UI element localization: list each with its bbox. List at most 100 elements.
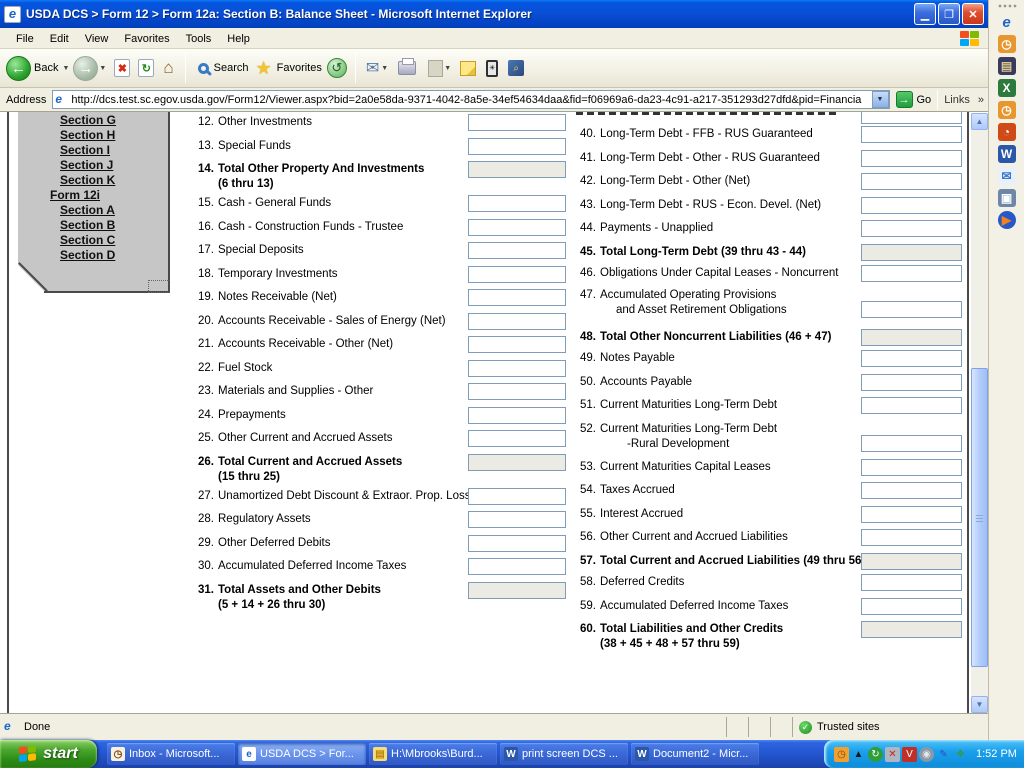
sidebar-link-section-k[interactable]: Section K [60, 173, 115, 187]
address-book-icon[interactable]: ▤ [998, 57, 1016, 75]
forward-button[interactable]: → ▼ [73, 56, 110, 81]
field-input-19[interactable] [468, 289, 566, 306]
sidebar-link-section-c[interactable]: Section C [60, 233, 115, 247]
sidebar-link-form-12i[interactable]: Form 12i [50, 188, 100, 202]
outlook-icon[interactable]: ◷ [998, 35, 1016, 53]
scrollbar-thumb[interactable] [971, 368, 988, 667]
close-button[interactable]: ✕ [962, 3, 984, 25]
field-input-55[interactable] [861, 506, 962, 523]
field-input-13[interactable] [468, 138, 566, 155]
field-input-24[interactable] [468, 407, 566, 424]
field-input-28[interactable] [468, 511, 566, 528]
field-input-20[interactable] [468, 313, 566, 330]
taskbar-button[interactable]: WDocument2 - Micr... [631, 743, 759, 765]
field-input-12[interactable] [468, 114, 566, 131]
powerpoint-icon[interactable]: ◔ [998, 123, 1016, 141]
field-input-46[interactable] [861, 265, 962, 282]
edit-dropdown-icon[interactable]: ▼ [444, 65, 451, 72]
field-input-47[interactable] [861, 301, 962, 318]
research-button[interactable]: ⌕ [508, 60, 524, 76]
field-input-56[interactable] [861, 529, 962, 546]
menu-item-tools[interactable]: Tools [178, 30, 220, 48]
updates-icon[interactable]: ❖ [953, 747, 968, 762]
discuss-button[interactable] [460, 61, 476, 76]
outlook-express-icon[interactable]: ✉ [998, 167, 1016, 185]
field-input-30[interactable] [468, 558, 566, 575]
field-input-29[interactable] [468, 535, 566, 552]
field-input-48[interactable] [861, 329, 962, 346]
menu-item-view[interactable]: View [77, 30, 117, 48]
field-input-22[interactable] [468, 360, 566, 377]
field-input-15[interactable] [468, 195, 566, 212]
field-input-60[interactable] [861, 621, 962, 638]
sidebar-link-section-j[interactable]: Section J [60, 158, 113, 172]
field-input-27[interactable] [468, 488, 566, 505]
pen-icon[interactable]: ✎ [936, 747, 951, 762]
field-input-40[interactable] [861, 126, 962, 143]
menu-item-edit[interactable]: Edit [42, 30, 77, 48]
menu-item-favorites[interactable]: Favorites [116, 30, 177, 48]
taskbar-button[interactable]: ▤H:\Mbrooks\Burd... [369, 743, 497, 765]
word-icon[interactable]: W [998, 145, 1016, 163]
antivirus-icon[interactable]: ↻ [868, 747, 883, 762]
field-input-43[interactable] [861, 197, 962, 214]
field-input-51[interactable] [861, 397, 962, 414]
outlook-reminder-icon[interactable]: ◷ [834, 747, 849, 762]
field-input-59[interactable] [861, 598, 962, 615]
address-dropdown-icon[interactable]: ▼ [872, 91, 889, 108]
scroll-up-button[interactable]: ▲ [971, 113, 988, 130]
history-button[interactable]: ↺ [327, 58, 347, 78]
mail-button[interactable]: ✉ ▼ [362, 58, 392, 78]
edit-button[interactable]: ▼ [422, 60, 455, 77]
back-button[interactable]: ← Back ▼ [6, 56, 73, 81]
address-input[interactable]: e http://dcs.test.sc.egov.usda.gov/Form1… [52, 90, 889, 109]
field-input-25[interactable] [468, 430, 566, 447]
messenger-button[interactable]: ✳ [486, 60, 498, 77]
minimize-button[interactable]: ▁ [914, 3, 936, 25]
media-player-icon[interactable]: ▶ [998, 211, 1016, 229]
taskbar-button[interactable]: eUSDA DCS > For... [238, 743, 366, 765]
favorites-button[interactable]: ★ Favorites [251, 58, 324, 79]
my-computer-icon[interactable]: ▣ [998, 189, 1016, 207]
outlook-calendar-icon[interactable]: ◷ [998, 101, 1016, 119]
field-input-58[interactable] [861, 574, 962, 591]
sidebar-link-section-b[interactable]: Section B [60, 218, 115, 232]
field-input-16[interactable] [468, 219, 566, 236]
search-button[interactable]: Search [192, 62, 252, 74]
field-input-31[interactable] [468, 582, 566, 599]
home-button[interactable]: ⌂ [163, 58, 173, 78]
taskbar-button[interactable]: ◷Inbox - Microsoft... [107, 743, 235, 765]
field-input-18[interactable] [468, 266, 566, 283]
sidebar-link-section-d[interactable]: Section D [60, 248, 115, 262]
field-input-42[interactable] [861, 173, 962, 190]
field-input-partial[interactable] [861, 112, 962, 124]
field-input-14[interactable] [468, 161, 566, 178]
sidebar-link-section-a[interactable]: Section A [60, 203, 115, 217]
start-button[interactable]: start [0, 740, 97, 768]
field-input-44[interactable] [861, 220, 962, 237]
restore-button[interactable]: ❐ [938, 3, 960, 25]
sidebar-link-section-i[interactable]: Section I [60, 143, 110, 157]
refresh-button[interactable]: ↻ [138, 59, 154, 77]
internet-explorer-icon[interactable]: e [998, 13, 1016, 31]
field-input-17[interactable] [468, 242, 566, 259]
sidebar-link-section-g[interactable]: Section G [60, 113, 116, 127]
field-input-54[interactable] [861, 482, 962, 499]
shield-v-icon[interactable]: V [902, 747, 917, 762]
field-input-57[interactable] [861, 553, 962, 570]
field-input-49[interactable] [861, 350, 962, 367]
scroll-down-button[interactable]: ▼ [971, 696, 988, 713]
print-button[interactable] [398, 61, 416, 75]
links-chevron-icon[interactable]: » [978, 94, 984, 106]
field-input-26[interactable] [468, 454, 566, 471]
vertical-scrollbar[interactable]: ▲ ▼ [971, 113, 988, 713]
alert-triangle-icon[interactable]: ▲ [851, 747, 866, 762]
field-input-50[interactable] [861, 374, 962, 391]
go-button[interactable]: → Go [896, 91, 932, 108]
sidebar-link-section-h[interactable]: Section H [60, 128, 115, 142]
field-input-53[interactable] [861, 459, 962, 476]
taskbar-button[interactable]: Wprint screen DCS ... [500, 743, 628, 765]
forward-dropdown-icon[interactable]: ▼ [99, 65, 106, 72]
network-disconnected-icon[interactable]: ✕ [885, 747, 900, 762]
field-input-21[interactable] [468, 336, 566, 353]
